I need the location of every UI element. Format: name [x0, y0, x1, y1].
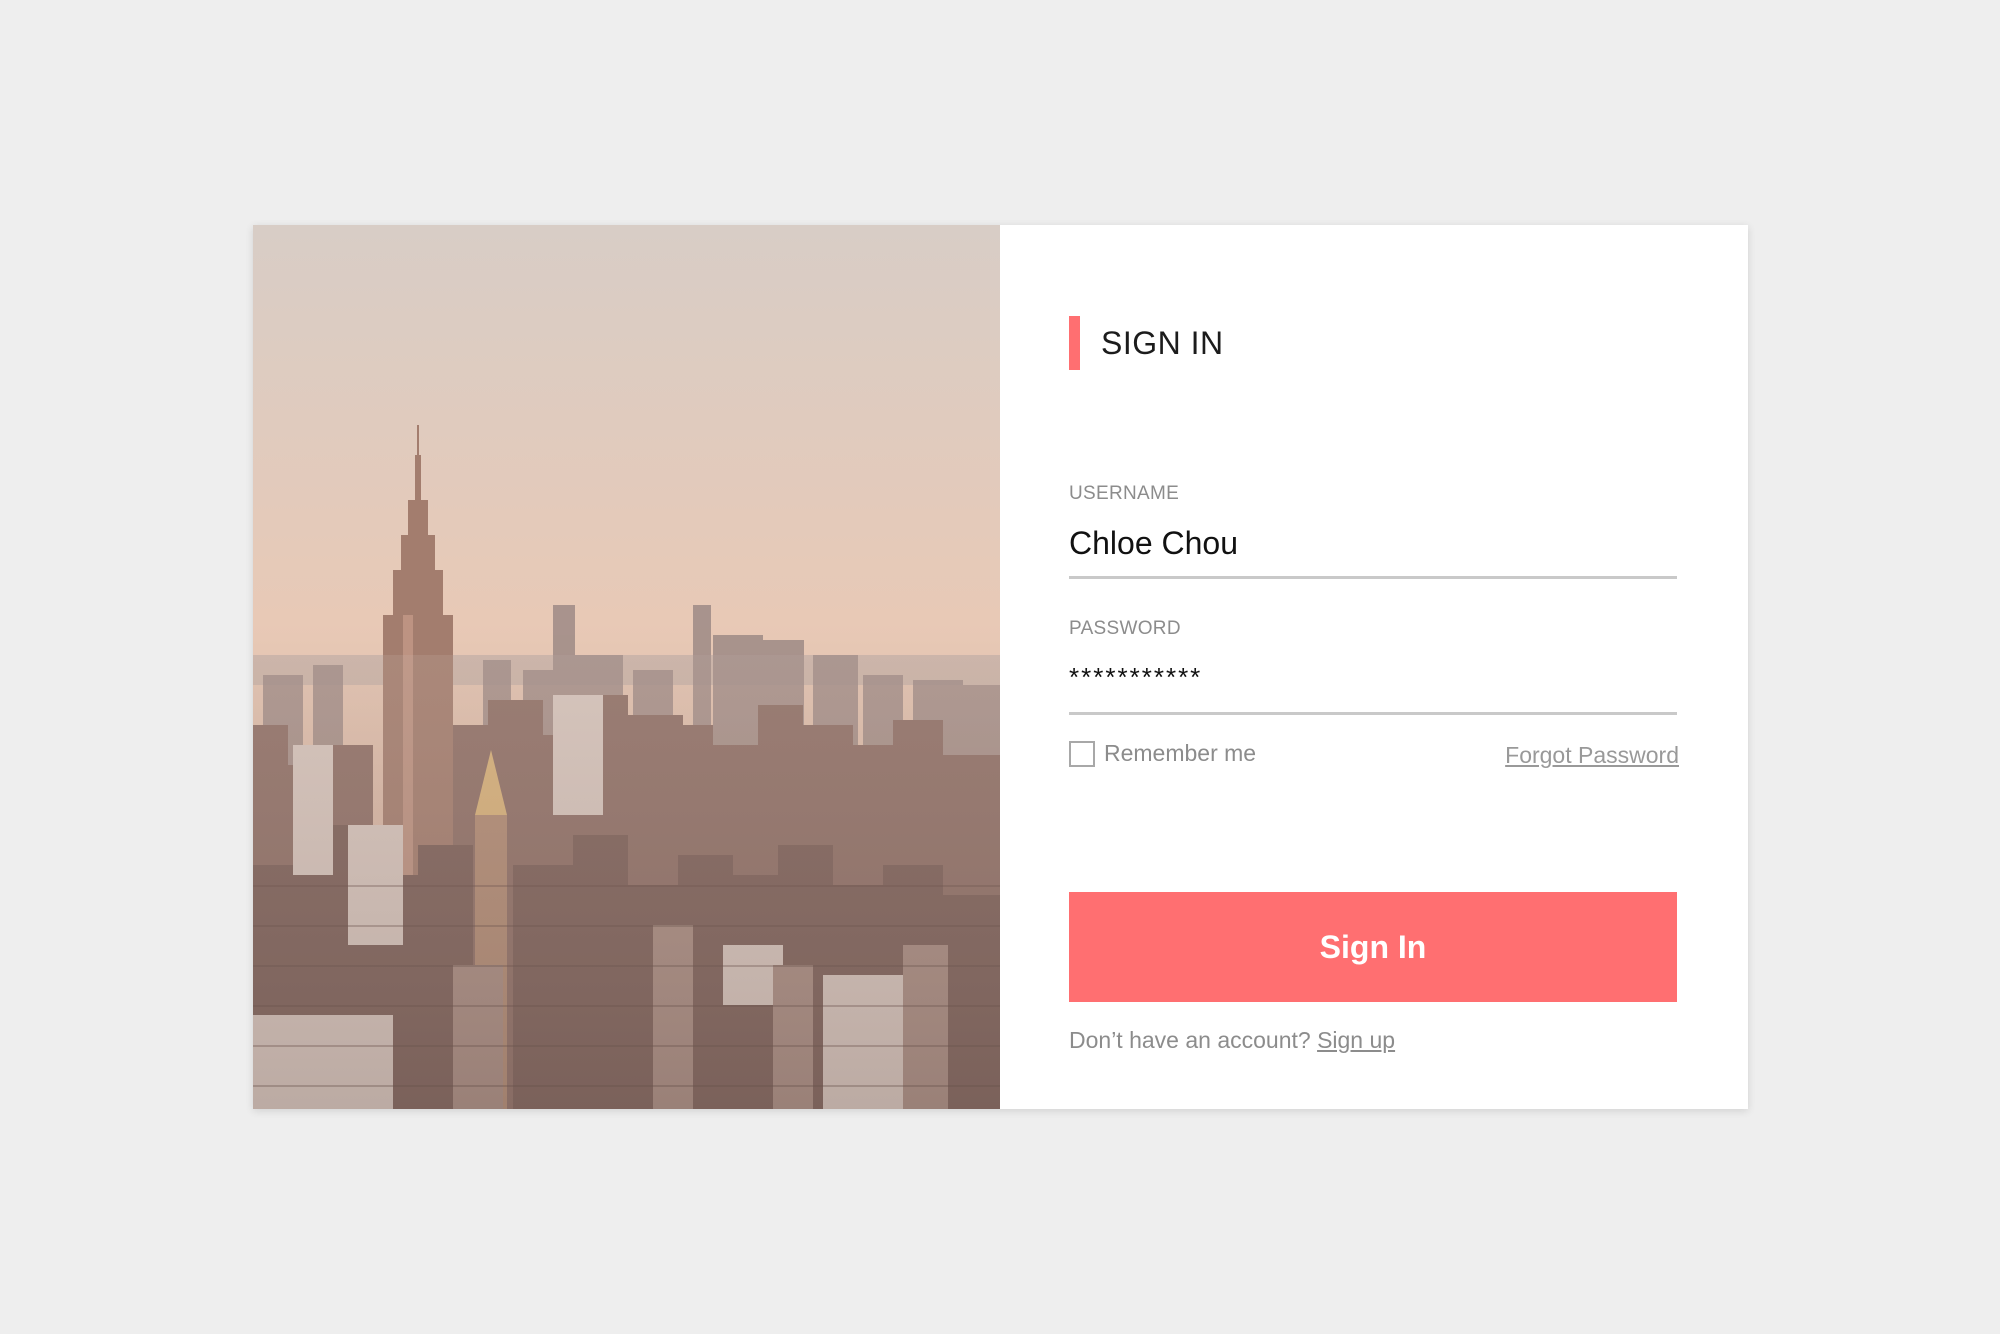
password-input[interactable]: ***********	[1069, 655, 1677, 699]
remember-checkbox[interactable]	[1069, 740, 1095, 767]
city-skyline-photo	[253, 225, 1000, 1109]
remember-me[interactable]: Remember me	[1069, 740, 1256, 767]
signup-prompt: Don’t have an account?	[1069, 1027, 1311, 1053]
username-input[interactable]	[1069, 521, 1677, 565]
signup-row: Don’t have an account? Sign up	[1069, 1027, 1395, 1054]
signin-heading: SIGN IN	[1069, 316, 1224, 370]
sign-in-button[interactable]: Sign In	[1069, 892, 1677, 1002]
sign-up-link[interactable]: Sign up	[1317, 1027, 1395, 1053]
remember-label: Remember me	[1104, 740, 1257, 766]
forgot-password-link[interactable]: Forgot Password	[1505, 742, 1679, 769]
heading-accent-bar	[1069, 316, 1080, 370]
page-title: SIGN IN	[1101, 324, 1224, 361]
